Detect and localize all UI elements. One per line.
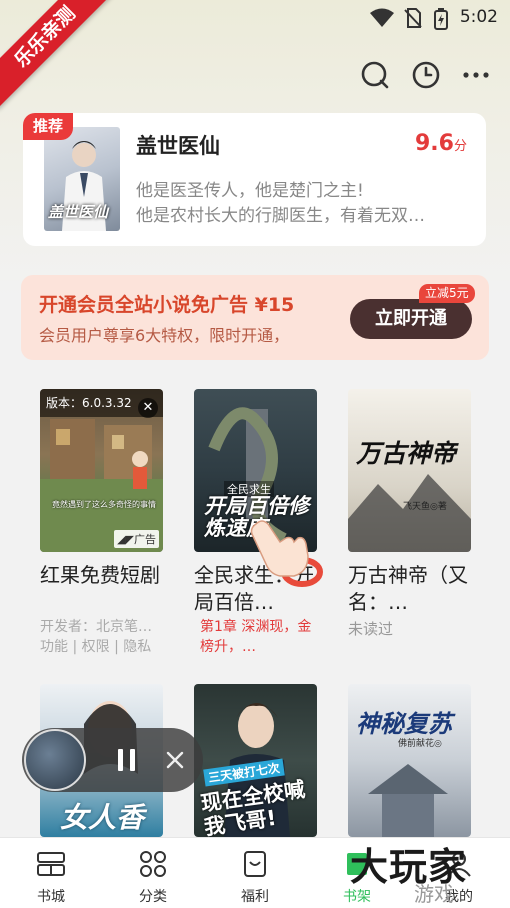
ad-close-icon[interactable]: ✕ (138, 398, 158, 418)
vip-title: 开通会员全站小说免广告 ¥15 (39, 294, 295, 316)
ad-label-box: ◢◤广告 (114, 530, 159, 548)
ad-links[interactable]: 功能 | 权限 | 隐私 (40, 637, 164, 657)
bookstore-icon (37, 852, 65, 876)
tab-category[interactable]: 分类 (123, 850, 183, 906)
book-cover[interactable]: 三天被打七次 现在全校喊我飞哥! (194, 684, 317, 837)
ad-developer: 开发者：北京笔… (40, 619, 152, 635)
book-cover[interactable]: 神秘复苏 佛前献花◎ (348, 684, 471, 837)
score-unit: 分 (453, 139, 467, 154)
recommend-card[interactable]: 推荐 盖世医仙 盖世医仙 9.6分 他是医圣传人，他是楚门之主! 他是农村长大的… (23, 113, 486, 246)
recommend-description: 他是医圣传人，他是楚门之主! 他是农村长大的行脚医生，有着无双… (136, 179, 471, 229)
book-cover-author: 飞天鱼◎著 (403, 502, 447, 512)
watermark-sub: 游戏 (414, 882, 454, 906)
book-cover-small: 佛前献花◎ (398, 739, 442, 749)
book-title: 万古神帝（又名：… (348, 563, 468, 614)
recommend-cover[interactable]: 盖世医仙 (44, 127, 120, 231)
watermark-logo: 大玩家 游戏 (336, 838, 510, 908)
player-thumbnail[interactable] (24, 729, 86, 791)
tab-label: 分类 (139, 889, 167, 905)
vip-subtitle: 会员用户尊享6大特权，限时开通， (39, 326, 290, 345)
recommend-desc-line2: 他是农村长大的行脚医生，有着无双… (136, 206, 425, 226)
book-title: 红果免费短剧 (40, 563, 160, 587)
vip-open-button[interactable]: 立即开通 (350, 299, 472, 339)
wifi-icon (370, 8, 394, 27)
book-cover-text: 万古神帝 (356, 439, 457, 468)
tab-welfare[interactable]: 福利 (225, 850, 285, 906)
pause-icon[interactable] (116, 748, 138, 772)
recommend-cover-text: 盖世医仙 (48, 203, 109, 221)
ad-cover-caption: 竟然遇到了这么多奇怪的事情 (52, 500, 156, 509)
ad-label: 广告 (134, 533, 156, 546)
tab-label: 福利 (241, 889, 269, 905)
welfare-icon (244, 851, 266, 877)
score-value: 9.6 (415, 131, 454, 156)
category-icon (140, 851, 166, 877)
vip-banner[interactable]: 开通会员全站小说免广告 ¥15 会员用户尊享6大特权，限时开通， 立即开通 立减… (21, 275, 489, 360)
floating-audio-player[interactable] (22, 728, 203, 792)
ad-cover[interactable]: 版本：6.0.3.32 ✕ 竟然遇到了这么多奇怪的事情 ◢◤广告 (40, 389, 163, 552)
ad-logo-icon: ◢◤ (117, 533, 134, 546)
book-cover-text: 神秘复苏 (356, 710, 452, 738)
tap-hand-icon (250, 520, 323, 587)
vip-discount-tag: 立减5元 (419, 284, 475, 303)
status-time: 5:02 (459, 7, 498, 27)
battery-charging-icon (434, 8, 448, 30)
more-icon[interactable] (461, 60, 491, 90)
history-clock-icon[interactable] (411, 60, 441, 90)
ribbon-label: 乐乐亲测 (0, 0, 118, 110)
search-icon[interactable] (360, 60, 390, 90)
recommend-score: 9.6分 (415, 131, 467, 156)
ad-meta: 开发者：北京笔… 功能 | 权限 | 隐私 (40, 617, 164, 657)
corner-ribbon: 乐乐亲测 (0, 0, 120, 120)
book-cover-text: 女人香 (60, 801, 145, 834)
recommend-desc-line1: 他是医圣传人，他是楚门之主! (136, 181, 364, 201)
tab-bookstore[interactable]: 书城 (21, 850, 81, 906)
close-icon[interactable] (166, 751, 184, 769)
ink-landscape-illustration (348, 474, 471, 552)
no-sim-icon (404, 8, 422, 28)
read-status: 未读过 (348, 620, 394, 638)
reading-progress[interactable]: 第1章 深渊现，金榜升，… (200, 617, 318, 657)
recommend-title: 盖世医仙 (136, 134, 220, 158)
tab-label: 书城 (37, 889, 65, 905)
book-cover[interactable]: 万古神帝 飞天鱼◎著 (348, 389, 471, 552)
